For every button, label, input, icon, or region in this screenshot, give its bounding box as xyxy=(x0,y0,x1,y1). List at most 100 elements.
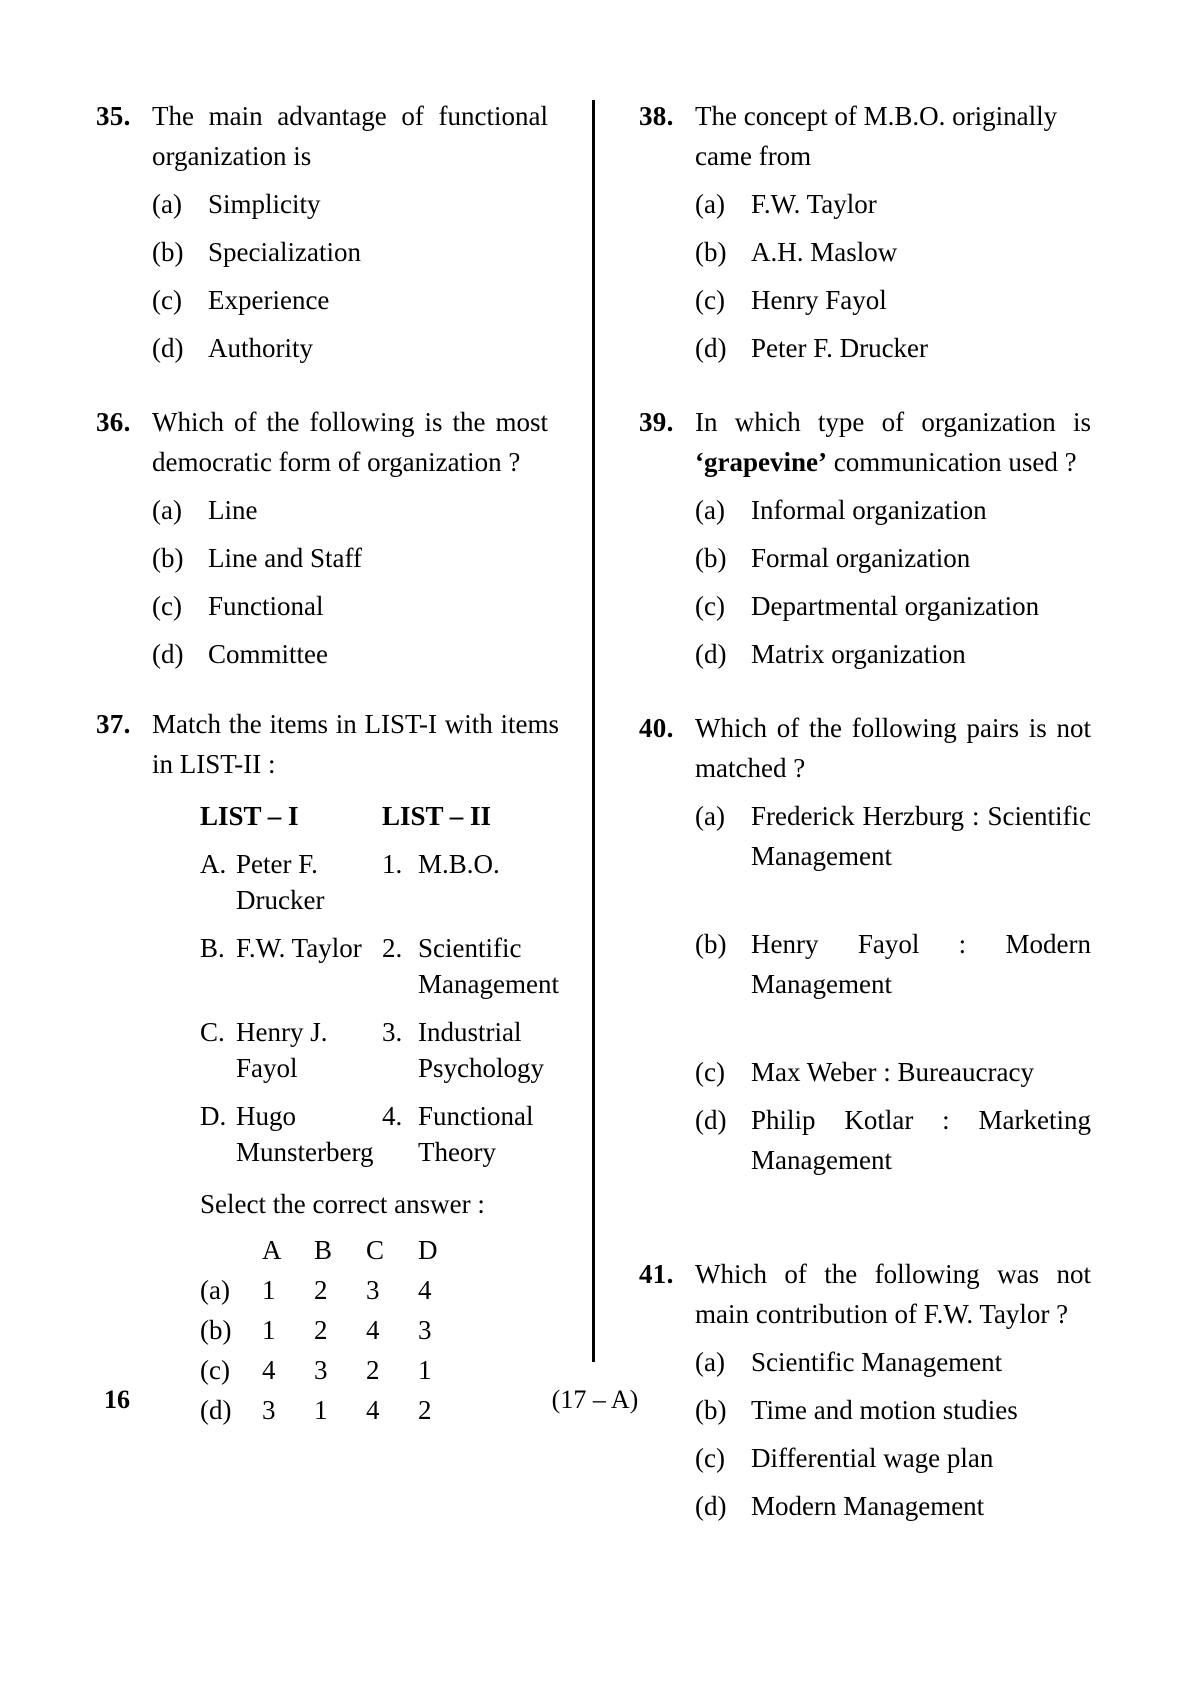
option-label: Henry Fayol : Modern Management xyxy=(751,929,1091,999)
question-text: Which of the following is the most democ… xyxy=(152,407,548,477)
question-body: Which of the following is the most democ… xyxy=(152,402,548,674)
list-1-item: A. Peter F. Drucker xyxy=(200,846,382,918)
grid-value: 3 xyxy=(418,1315,432,1345)
grid-header-d: D xyxy=(418,1235,438,1265)
option-b[interactable]: (b) A.H. Maslow xyxy=(695,232,1091,272)
matching-row: C. Henry J. Fayol 3. Industrial Psycholo… xyxy=(200,1014,559,1086)
option-d[interactable]: (d) Philip Kotlar : Marketing Management xyxy=(695,1100,1091,1220)
option-a[interactable]: (a) Frederick Herzburg : Scientific Mana… xyxy=(695,796,1091,916)
question-number: 35. xyxy=(96,101,131,131)
option-d[interactable]: (d) Committee xyxy=(152,634,548,674)
option-label: Frederick Herzburg : Scientific Manageme… xyxy=(751,801,1091,871)
grid-value: 2 xyxy=(314,1315,328,1345)
question-number: 38. xyxy=(639,101,674,131)
answer-option-a[interactable]: (a) 1 2 3 4 xyxy=(200,1270,559,1310)
option-c[interactable]: (c) Departmental organization xyxy=(695,586,1091,626)
option-key: (a) xyxy=(695,189,725,219)
option-label: Differential wage plan xyxy=(751,1443,994,1473)
grid-value: 4 xyxy=(418,1275,432,1305)
option-label: Informal organization xyxy=(751,495,987,525)
question-body: The concept of M.B.O. originally came fr… xyxy=(695,96,1091,368)
option-label: Functional xyxy=(208,591,324,621)
option-label: Committee xyxy=(208,639,328,669)
option-c[interactable]: (c) Experience xyxy=(152,280,548,320)
option-key: (a) xyxy=(695,801,725,831)
list-2-text: Industrial Psychology xyxy=(418,1017,545,1083)
option-key: (d) xyxy=(695,333,727,363)
question-body: Match the items in LIST-I with items in … xyxy=(152,704,559,1430)
option-key: (c) xyxy=(695,591,725,621)
question-text-part: In which type of organization is xyxy=(695,407,1091,437)
option-key: (c) xyxy=(695,285,725,315)
select-answer-label: Select the correct answer : xyxy=(200,1189,485,1219)
option-c[interactable]: (c) Max Weber : Bureaucracy xyxy=(695,1052,1091,1092)
option-key: (d) xyxy=(695,1491,727,1521)
option-key: (a) xyxy=(152,495,182,525)
grid-header-c: C xyxy=(366,1235,385,1265)
option-label: Experience xyxy=(208,285,330,315)
option-b[interactable]: (b) Specialization xyxy=(152,232,548,272)
option-a[interactable]: (a) F.W. Taylor xyxy=(695,184,1091,224)
option-a[interactable]: (a) Informal organization xyxy=(695,490,1091,530)
list-2-item: 2. Scientific Management xyxy=(382,930,559,1002)
option-label: Departmental organization xyxy=(751,591,1040,621)
option-b[interactable]: (b) Formal organization xyxy=(695,538,1091,578)
list-1-item: B. F.W. Taylor xyxy=(200,930,382,1002)
option-list: (a) Scientific Management (b) Time and m… xyxy=(695,1342,1091,1526)
option-key: (c) xyxy=(152,285,182,315)
list-2-text: M.B.O. xyxy=(418,849,500,879)
question-text: Match the items in LIST-I with items in … xyxy=(152,709,559,779)
list-2-text: Scientific Management xyxy=(418,933,559,999)
option-key: (d) xyxy=(695,1105,727,1135)
matching-row: B. F.W. Taylor 2. Scientific Management xyxy=(200,930,559,1002)
option-key: (d) xyxy=(152,333,184,363)
list-2-item: 1. M.B.O. xyxy=(382,846,559,918)
option-label: F.W. Taylor xyxy=(751,189,877,219)
option-list: (a) Frederick Herzburg : Scientific Mana… xyxy=(695,796,1091,1220)
option-label: Authority xyxy=(208,333,313,363)
question-body: Which of the following pairs is not matc… xyxy=(695,708,1091,1220)
answer-option-b[interactable]: (b) 1 2 4 3 xyxy=(200,1310,559,1350)
option-d[interactable]: (d) Peter F. Drucker xyxy=(695,328,1091,368)
paper-code: (17 – A) xyxy=(551,1385,639,1414)
list-2-header: LIST – II xyxy=(382,801,492,831)
option-label: Line xyxy=(208,495,258,525)
option-key: (b) xyxy=(152,237,184,267)
option-c[interactable]: (c) Henry Fayol xyxy=(695,280,1091,320)
option-label: Line and Staff xyxy=(208,543,362,573)
option-key: (d) xyxy=(152,639,184,669)
matching-table: LIST – I LIST – II A. Peter F. Drucker 1… xyxy=(200,798,559,1170)
option-d[interactable]: (d) Modern Management xyxy=(695,1486,1091,1526)
grid-value: 4 xyxy=(366,1315,380,1345)
option-label: Scientific Management xyxy=(751,1347,1003,1377)
option-label: Formal organization xyxy=(751,543,971,573)
option-list: (a) Simplicity (b) Specialization (c) Ex… xyxy=(152,184,548,368)
question-number: 40. xyxy=(639,713,674,743)
list-1-text: Henry J. Fayol xyxy=(236,1017,328,1083)
option-label: Peter F. Drucker xyxy=(751,333,929,363)
option-c[interactable]: (c) Differential wage plan xyxy=(695,1438,1091,1478)
option-label: Matrix organization xyxy=(751,639,966,669)
list-2-item: 3. Industrial Psychology xyxy=(382,1014,559,1086)
option-b[interactable]: (b) Line and Staff xyxy=(152,538,548,578)
option-key: (b) xyxy=(152,543,184,573)
option-d[interactable]: (d) Matrix organization xyxy=(695,634,1091,674)
matching-table-header: LIST – I LIST – II xyxy=(200,798,559,834)
option-key: (d) xyxy=(695,639,727,669)
list-1-key: B. xyxy=(200,933,225,963)
option-d[interactable]: (d) Authority xyxy=(152,328,548,368)
left-column: 35. The main advantage of functional org… xyxy=(96,96,559,1430)
option-label: Specialization xyxy=(208,237,361,267)
option-a[interactable]: (a) Simplicity xyxy=(152,184,548,224)
question-text: Which of the following was not main cont… xyxy=(695,1259,1091,1329)
option-a[interactable]: (a) Scientific Management xyxy=(695,1342,1091,1382)
option-c[interactable]: (c) Functional xyxy=(152,586,548,626)
option-key: (c) xyxy=(152,591,182,621)
column-divider xyxy=(592,100,595,1362)
option-a[interactable]: (a) Line xyxy=(152,490,548,530)
option-b[interactable]: (b) Henry Fayol : Modern Management xyxy=(695,924,1091,1044)
page-footer: 16 (17 – A) xyxy=(96,1382,1094,1422)
matching-row: D. Hugo Munsterberg 4. Functional Theory xyxy=(200,1098,559,1170)
option-label: A.H. Maslow xyxy=(751,237,898,267)
